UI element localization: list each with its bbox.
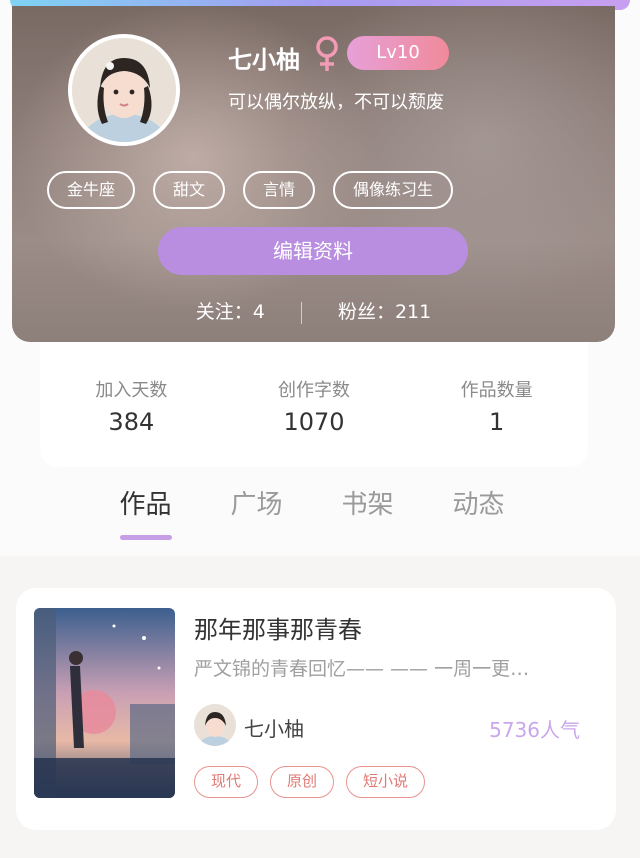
work-card[interactable]: 那年那事那青春 严文锦的青春回忆—— —— 一周一更… 七小柚 5736人气 现… bbox=[16, 588, 616, 830]
stat-join-days: 加入天数 384 bbox=[40, 342, 223, 467]
stat-label: 加入天数 bbox=[95, 380, 168, 401]
following-count[interactable]: 关注：4 bbox=[196, 297, 265, 324]
following-value: 4 bbox=[252, 301, 265, 323]
follow-stats: 关注：4 粉丝：211 bbox=[12, 297, 615, 327]
stats-card: 加入天数 384 创作字数 1070 作品数量 1 bbox=[40, 342, 588, 467]
stat-value: 384 bbox=[108, 408, 155, 436]
bottom-spacer bbox=[0, 832, 640, 858]
profile-tag[interactable]: 偶像练习生 bbox=[333, 171, 454, 209]
profile-tabs: 作品 广场 书架 动态 bbox=[90, 484, 534, 540]
author-avatar[interactable] bbox=[194, 704, 236, 746]
profile-tags: 金牛座 甜文 言情 偶像练习生 bbox=[47, 171, 454, 209]
followers-value: 211 bbox=[394, 301, 432, 323]
user-name: 七小柚 bbox=[228, 46, 300, 74]
tab-activity[interactable]: 动态 bbox=[423, 484, 534, 540]
edit-profile-button[interactable]: 编辑资料 bbox=[158, 227, 468, 275]
stat-value: 1070 bbox=[283, 408, 345, 436]
tab-square[interactable]: 广场 bbox=[201, 484, 312, 540]
female-symbol-icon bbox=[316, 36, 338, 71]
work-tags: 现代 原创 短小说 bbox=[194, 766, 426, 798]
stat-word-count: 创作字数 1070 bbox=[223, 342, 406, 467]
profile-tag[interactable]: 甜文 bbox=[153, 171, 226, 209]
followers-label: 粉丝： bbox=[337, 301, 395, 323]
user-avatar[interactable] bbox=[68, 34, 180, 146]
profile-header-card: 七小柚 Lv10 可以偶尔放纵，不可以颓废 金牛座 甜文 言情 偶像练习生 编辑… bbox=[12, 6, 615, 342]
followers-count[interactable]: 粉丝：211 bbox=[338, 297, 431, 324]
stat-value: 1 bbox=[489, 408, 505, 436]
following-label: 关注： bbox=[195, 301, 253, 323]
stat-label: 作品数量 bbox=[460, 380, 533, 401]
work-tag[interactable]: 现代 bbox=[194, 766, 259, 798]
author-name: 七小柚 bbox=[244, 717, 304, 741]
stat-label: 创作字数 bbox=[278, 380, 350, 401]
profile-tag[interactable]: 金牛座 bbox=[47, 171, 136, 209]
user-signature: 可以偶尔放纵，不可以颓废 bbox=[228, 92, 444, 113]
work-tag[interactable]: 短小说 bbox=[346, 766, 426, 798]
tab-works[interactable]: 作品 bbox=[90, 484, 201, 540]
book-cover-image[interactable] bbox=[34, 608, 175, 798]
work-tag[interactable]: 原创 bbox=[270, 766, 335, 798]
profile-tag[interactable]: 言情 bbox=[243, 171, 316, 209]
tab-bookshelf[interactable]: 书架 bbox=[312, 484, 423, 540]
level-badge: Lv10 bbox=[347, 36, 449, 70]
work-title[interactable]: 那年那事那青春 bbox=[194, 610, 362, 645]
popularity-count: 5736人气 bbox=[489, 718, 580, 742]
stat-work-count: 作品数量 1 bbox=[405, 342, 588, 467]
work-description: 严文锦的青春回忆—— —— 一周一更… bbox=[194, 658, 530, 680]
follow-divider bbox=[300, 301, 302, 324]
